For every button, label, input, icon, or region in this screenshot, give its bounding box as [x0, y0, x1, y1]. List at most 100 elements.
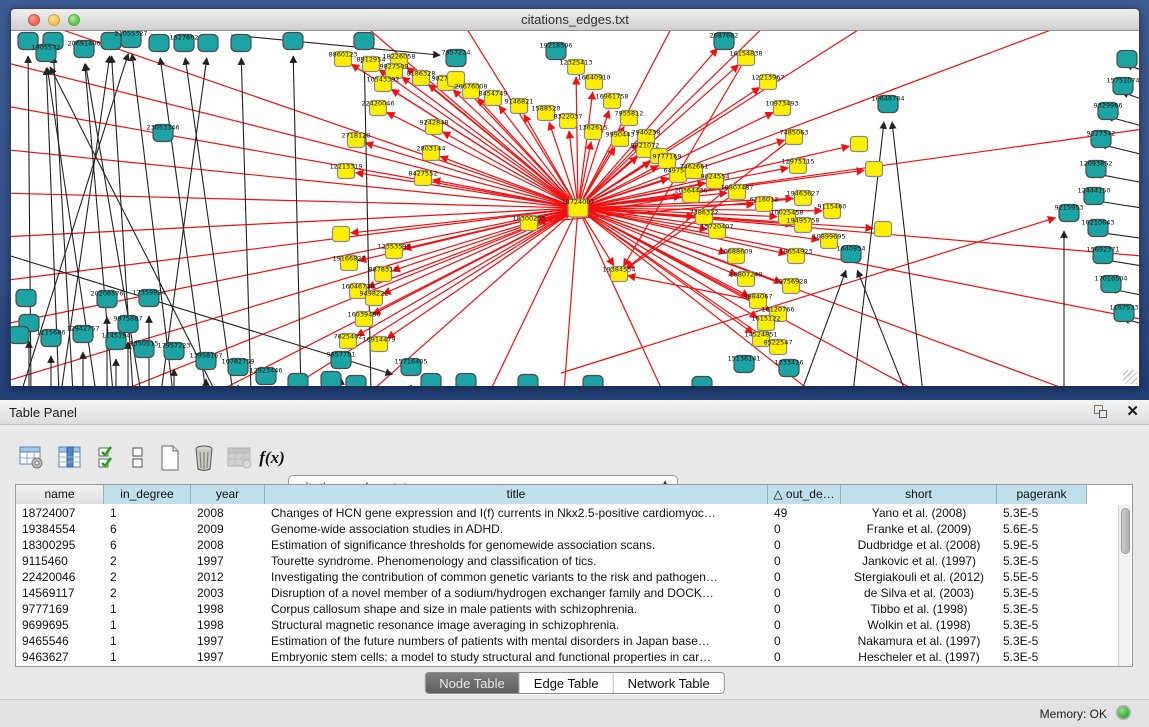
network-node-teal[interactable]: 15136141 — [727, 355, 760, 373]
network-node-yellow[interactable]: 12353593 — [377, 243, 410, 259]
function-builder-icon[interactable]: f(x) — [258, 443, 286, 473]
network-node-yellow[interactable]: 16640910 — [577, 74, 610, 90]
network-node-teal[interactable]: 15692371 — [1086, 246, 1119, 264]
table-row[interactable]: 1456911722003Disruption of a novel membe… — [16, 585, 1087, 601]
table-row[interactable]: 2242004622012Investigating the contribut… — [16, 569, 1087, 585]
column-header-short[interactable]: short — [841, 485, 997, 504]
table-row[interactable]: 1872400712008Changes of HCN gene express… — [16, 505, 1087, 521]
network-node-teal[interactable]: 9329966 — [1094, 102, 1123, 120]
network-node-teal[interactable]: 12942757 — [66, 325, 99, 343]
network-node-teal[interactable]: 1733426 — [775, 359, 804, 377]
network-node-teal[interactable]: 1527602 — [170, 34, 199, 52]
network-node-yellow[interactable]: 12213967 — [751, 74, 784, 90]
network-node-teal[interactable] — [321, 372, 341, 387]
column-visibility-icon[interactable] — [56, 443, 84, 473]
network-node-yellow[interactable]: 12975115 — [781, 158, 814, 174]
table-settings-icon[interactable] — [18, 443, 46, 473]
network-node-teal[interactable] — [11, 327, 29, 344]
network-node-teal[interactable]: 20206576 — [90, 290, 123, 308]
network-node-teal[interactable]: 16648784 — [871, 95, 904, 113]
column-header-name[interactable]: name — [16, 485, 104, 504]
network-node-yellow[interactable]: 8427552 — [409, 170, 438, 186]
network-node-yellow[interactable]: 16154838 — [729, 50, 762, 66]
network-node-teal[interactable]: 12093852 — [1079, 160, 1112, 178]
tab-edge-table[interactable]: Edge Table — [520, 673, 614, 693]
network-node-yellow[interactable] — [851, 137, 868, 152]
row-select-icon[interactable] — [94, 443, 122, 473]
network-node-yellow[interactable]: 7955812 — [615, 110, 644, 126]
column-header-pagerank[interactable]: pagerank — [997, 485, 1087, 504]
network-node-yellow[interactable] — [333, 227, 350, 242]
network-node-yellow[interactable]: 1615122 — [752, 315, 781, 331]
network-node-teal[interactable] — [198, 35, 218, 52]
network-node-yellow[interactable]: 8860123 — [329, 51, 358, 67]
network-node-yellow[interactable]: 8878312 — [369, 266, 398, 282]
network-node-teal[interactable]: 1350515 — [130, 340, 159, 358]
float-panel-icon[interactable] — [1093, 405, 1109, 420]
network-node-teal[interactable]: 13958167 — [189, 352, 222, 370]
network-node-yellow[interactable] — [866, 162, 883, 177]
network-node-teal[interactable]: 1145194 — [102, 332, 131, 350]
network-node-yellow[interactable]: 16039486 — [347, 311, 380, 327]
column-header-year[interactable]: year — [191, 485, 265, 504]
network-node-yellow[interactable]: 10543392 — [366, 76, 399, 92]
network-node-yellow[interactable]: 19166827 — [332, 255, 365, 271]
window-resize-grip[interactable] — [1123, 370, 1137, 384]
import-table-icon[interactable] — [226, 443, 254, 473]
network-node-teal[interactable] — [346, 376, 366, 387]
network-node-teal[interactable] — [354, 33, 374, 50]
rows-icon[interactable] — [124, 443, 152, 473]
network-node-teal[interactable] — [283, 33, 303, 50]
network-canvas[interactable]: 1905572206914062105532715276027957224192… — [11, 31, 1139, 386]
network-node-teal[interactable]: 1115686 — [37, 329, 66, 347]
table-scrollbar[interactable] — [1118, 505, 1131, 666]
network-node-teal[interactable]: 15751074 — [1106, 77, 1139, 95]
table-row[interactable]: 946362711997Embryonic stem cells: a mode… — [16, 649, 1087, 665]
network-node-yellow[interactable]: 19654923 — [779, 248, 812, 264]
table-row[interactable]: 1830029562008Estimation of significance … — [16, 537, 1087, 553]
network-node-teal[interactable]: 20691406 — [67, 40, 100, 58]
table-row[interactable]: 977716911998Corpus callosum shape and si… — [16, 601, 1087, 617]
network-node-teal[interactable]: 9857791 — [327, 351, 356, 369]
table-row[interactable]: 1938455462009Genome-wide association stu… — [16, 521, 1087, 537]
network-node-teal[interactable] — [1117, 51, 1137, 68]
network-window-titlebar[interactable]: citations_edges.txt — [11, 9, 1139, 31]
network-node-teal[interactable] — [421, 374, 441, 387]
network-node-yellow[interactable]: 12213319 — [329, 163, 362, 179]
network-node-teal[interactable] — [231, 35, 251, 52]
network-node-yellow[interactable]: 9146821 — [505, 98, 534, 114]
network-node-yellow[interactable]: 1362615 — [579, 124, 608, 140]
network-node-teal[interactable] — [456, 374, 476, 387]
tab-node-table[interactable]: Node Table — [425, 673, 520, 693]
column-header-title[interactable]: title — [265, 485, 768, 504]
network-node-yellow[interactable]: 22420046 — [361, 100, 394, 116]
network-node-yellow[interactable] — [875, 222, 892, 237]
network-node-teal[interactable]: 7957224 — [442, 49, 471, 67]
network-node-teal[interactable]: 9975887 — [114, 315, 143, 333]
network-node-yellow[interactable]: 7485063 — [780, 129, 809, 145]
new-column-icon[interactable] — [156, 443, 184, 473]
tab-network-table[interactable]: Network Table — [614, 673, 724, 693]
column-header-out_de[interactable]: △ out_de… — [768, 485, 841, 504]
network-node-yellow[interactable]: 19463627 — [786, 190, 819, 206]
table-row[interactable]: 946554611997Estimation of the future num… — [16, 633, 1087, 649]
network-node-teal[interactable]: 19218506 — [539, 42, 572, 60]
network-view-window[interactable]: citations_edges.txt 19055722069140621055… — [10, 8, 1140, 386]
table-scrollbar-thumb[interactable] — [1121, 508, 1130, 554]
network-node-teal[interactable]: 1167533 — [1110, 304, 1139, 322]
network-node-yellow[interactable]: 18807249 — [729, 271, 762, 287]
network-node-teal[interactable]: 9215953 — [1055, 204, 1084, 222]
network-node-teal[interactable] — [518, 375, 538, 387]
table-row[interactable]: 969969511998Structural magnetic resonanc… — [16, 617, 1087, 633]
close-panel-icon[interactable]: ✕ — [1126, 403, 1139, 421]
network-node-yellow[interactable]: 7625402 — [334, 333, 363, 349]
network-node-teal[interactable] — [16, 290, 36, 307]
network-canvas-container[interactable]: 1905572206914062105532715276027957224192… — [11, 31, 1139, 386]
network-node-teal[interactable]: 17016504 — [1094, 275, 1127, 293]
network-node-teal[interactable]: 12923446 — [249, 367, 282, 385]
network-node-yellow[interactable]: 2803144 — [417, 145, 446, 161]
node-table[interactable]: namein_degreeyeartitle△ out_de…shortpage… — [15, 484, 1133, 667]
network-node-teal[interactable]: 2087682 — [710, 32, 739, 50]
delete-icon[interactable] — [190, 443, 218, 473]
network-node-teal[interactable]: 1905572 — [32, 44, 61, 62]
